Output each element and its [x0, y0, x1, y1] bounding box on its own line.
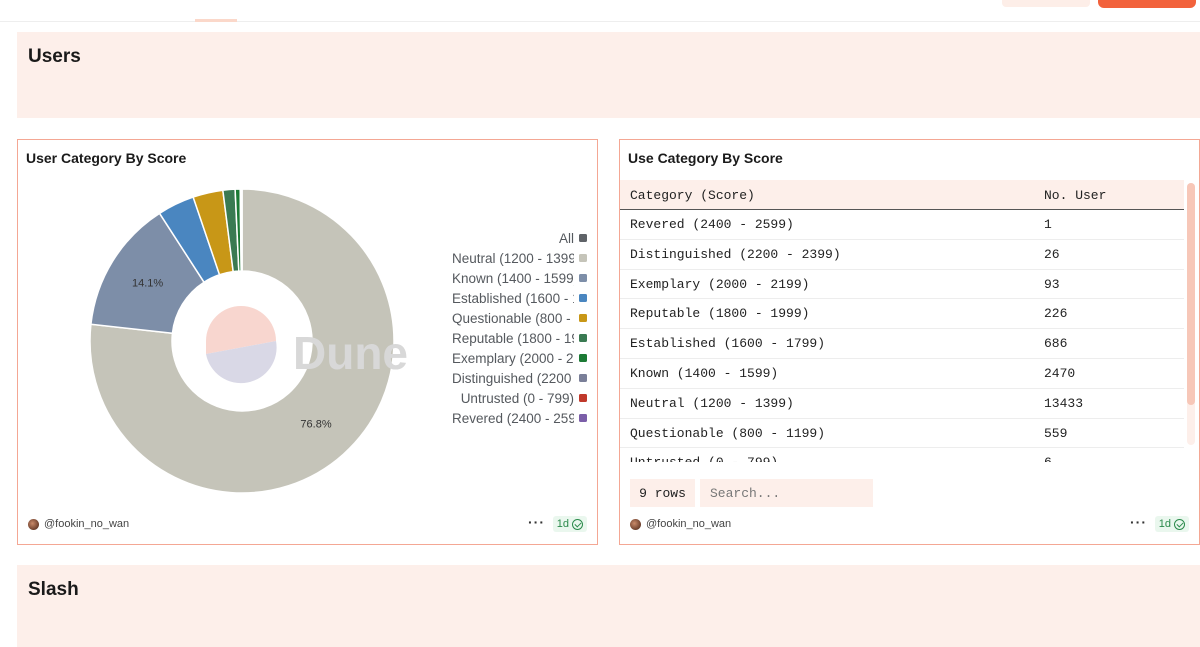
table-row[interactable]: Known (1400 - 1599) 2470 [620, 359, 1184, 389]
avatar[interactable] [28, 519, 39, 530]
legend-label: Exemplary (2000 - 2199) [452, 350, 574, 366]
watermark-text: Dune [293, 327, 408, 379]
card-title: Use Category By Score [628, 150, 783, 166]
author-link[interactable]: @fookin_no_wan [646, 518, 731, 530]
table-body: Revered (2400 - 2599) 1 Distinguished (220… [620, 210, 1184, 462]
legend-swatch [579, 414, 587, 422]
legend-item[interactable]: Untrusted (0 - 799) [451, 388, 587, 408]
table-row[interactable]: Revered (2400 - 2599) 1 [620, 210, 1184, 240]
donut-chart: 76.8% 14.1% Dune [89, 188, 408, 494]
section-title-users: Users [28, 46, 81, 67]
age-label: 1d [556, 518, 569, 530]
active-tab-indicator [195, 19, 237, 22]
legend-label: Untrusted (0 - 799) [460, 390, 574, 406]
table-row[interactable]: Established (1600 - 1799) 686 [620, 329, 1184, 359]
cell-users: 559 [1044, 425, 1068, 441]
check-circle-icon [1174, 518, 1185, 530]
legend-item[interactable]: Distinguished (2200 - 2399) [451, 368, 587, 388]
table-row[interactable]: Untrusted (0 - 799) 6 [620, 448, 1184, 462]
refresh-age-badge[interactable]: 1d [552, 516, 587, 532]
cell-category: Neutral (1200 - 1399) [630, 395, 794, 411]
secondary-header-button[interactable] [1002, 0, 1090, 7]
card-footer: @fookin_no_wan ··· 1d [28, 514, 587, 533]
pie-chart-card: User Category By Score 76.8% 14.1% Dune Al… [17, 139, 598, 545]
legend-swatch [579, 274, 587, 282]
table-row[interactable]: Neutral (1200 - 1399) 13433 [620, 389, 1184, 419]
legend-swatch [579, 334, 587, 342]
table-row[interactable]: Reputable (1800 - 1999) 226 [620, 299, 1184, 330]
legend-swatch [579, 394, 587, 402]
refresh-age-badge[interactable]: 1d [1154, 516, 1189, 532]
cell-category: Established (1600 - 1799) [630, 336, 826, 352]
cell-category: Exemplary (2000 - 2199) [630, 276, 810, 292]
legend-item[interactable]: Established (1600 - 1799) [451, 288, 587, 308]
cell-category: Distinguished (2200 - 2399) [630, 246, 841, 262]
legend-label: Reputable (1800 - 1999) [452, 330, 574, 346]
data-table: Category (Score) No. User Revered (2400 … [620, 180, 1184, 462]
legend-label: Established (1600 - 1799) [452, 290, 574, 306]
slice-percent-label: 14.1% [132, 278, 163, 290]
legend-label: All [558, 230, 574, 246]
slash-section: Slash [17, 565, 1200, 647]
cell-category: Revered (2400 - 2599) [630, 217, 794, 232]
legend-item[interactable]: Exemplary (2000 - 2199) [451, 348, 587, 368]
users-section: Users [17, 32, 1200, 118]
legend-swatch [579, 374, 587, 382]
legend-item[interactable]: All [451, 228, 587, 248]
slice-percent-label: 76.8% [300, 419, 331, 431]
legend-item[interactable]: Revered (2400 - 2599) [451, 408, 587, 428]
cell-users: 1 [1044, 217, 1052, 232]
legend-swatch [579, 354, 587, 362]
table-row[interactable]: Distinguished (2200 - 2399) 26 [620, 240, 1184, 270]
table-row[interactable]: Exemplary (2000 - 2199) 93 [620, 270, 1184, 300]
section-title-slash: Slash [28, 579, 79, 600]
age-label: 1d [1158, 518, 1171, 530]
legend-label: Questionable (800 - 1199) [452, 310, 574, 326]
avatar[interactable] [630, 519, 641, 530]
table-header: Category (Score) No. User [620, 180, 1184, 210]
chart-legend: All Neutral (1200 - 1399) Known (1400 - 15… [451, 228, 587, 428]
top-navigation-bar [0, 0, 1200, 22]
cell-users: 26 [1044, 246, 1060, 262]
legend-label: Revered (2400 - 2599) [452, 410, 574, 426]
cell-users: 226 [1044, 306, 1068, 322]
ellipsis-icon[interactable]: ··· [1130, 514, 1147, 530]
primary-header-button[interactable] [1098, 0, 1196, 8]
legend-label: Distinguished (2200 - 2399) [452, 370, 574, 386]
legend-item[interactable]: Neutral (1200 - 1399) [451, 248, 587, 268]
author-link[interactable]: @fookin_no_wan [44, 518, 129, 530]
cell-users: 6 [1044, 455, 1052, 462]
rows-count: 9 rows [630, 479, 695, 507]
legend-item[interactable]: Known (1400 - 1599) [451, 268, 587, 288]
legend-swatch [579, 314, 587, 322]
cell-users: 686 [1044, 336, 1068, 352]
column-header-users[interactable]: No. User [1044, 188, 1106, 203]
table-row[interactable]: Questionable (800 - 1199) 559 [620, 419, 1184, 449]
cell-users: 93 [1044, 276, 1060, 292]
scrollbar-thumb[interactable] [1187, 183, 1195, 405]
legend-swatch [579, 254, 587, 262]
cell-users: 13433 [1044, 395, 1084, 411]
card-footer: @fookin_no_wan ··· 1d [630, 514, 1189, 533]
cell-category: Reputable (1800 - 1999) [630, 306, 810, 322]
legend-item[interactable]: Questionable (800 - 1199) [451, 308, 587, 328]
cell-category: Questionable (800 - 1199) [630, 425, 826, 441]
legend-item[interactable]: Reputable (1800 - 1999) [451, 328, 587, 348]
ellipsis-icon[interactable]: ··· [528, 514, 545, 530]
table-scrollbar[interactable] [1187, 183, 1195, 445]
legend-label: Known (1400 - 1599) [452, 270, 574, 286]
cell-category: Known (1400 - 1599) [630, 365, 779, 381]
legend-swatch [579, 234, 587, 242]
table-search-input[interactable] [700, 479, 873, 507]
table-card: Use Category By Score Category (Score) N… [619, 139, 1200, 545]
column-header-category[interactable]: Category (Score) [630, 188, 755, 203]
check-circle-icon [572, 518, 583, 530]
dune-logo-icon [206, 306, 277, 384]
cell-category: Untrusted (0 - 799) [630, 455, 778, 462]
legend-swatch [579, 294, 587, 302]
legend-label: Neutral (1200 - 1399) [452, 250, 574, 266]
cell-users: 2470 [1044, 365, 1076, 381]
